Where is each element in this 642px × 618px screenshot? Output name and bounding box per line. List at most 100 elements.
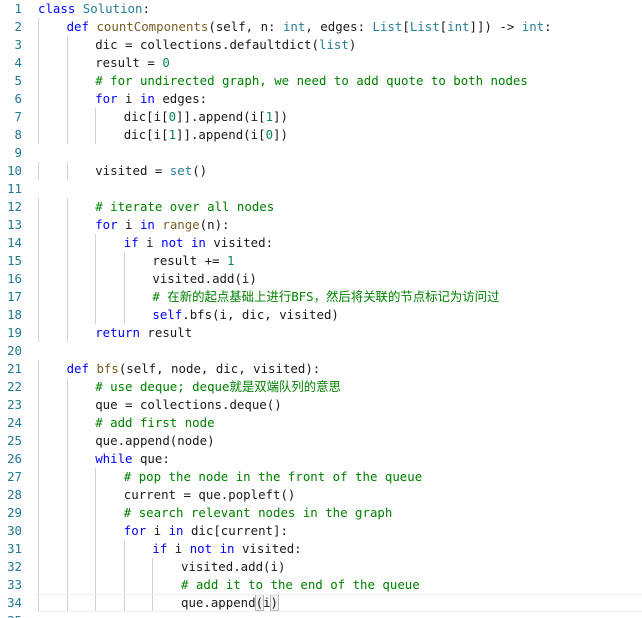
- code-token: (self, node, dic, visited):: [118, 361, 321, 376]
- code-line[interactable]: 3 dic = collections.defaultdict(list): [0, 36, 642, 54]
- code-line[interactable]: 5 # for undirected graph, we need to add …: [0, 72, 642, 90]
- code-text: for i in dic[current]:: [124, 522, 288, 540]
- code-line[interactable]: 17 # 在新的起点基础上进行BFS，然后将关联的节点标记为访问过: [0, 288, 642, 306]
- code-token: def: [66, 361, 89, 376]
- code-text: que = collections.deque(): [95, 396, 282, 414]
- code-line[interactable]: 16 visited.add(i): [0, 270, 642, 288]
- code-line[interactable]: 18 self.bfs(i, dic, visited): [0, 306, 642, 324]
- indent-guide: [95, 288, 97, 306]
- code-line[interactable]: 20: [0, 342, 642, 360]
- code-token: visited.add(i): [152, 271, 257, 286]
- code-line[interactable]: 30 for i in dic[current]:: [0, 522, 642, 540]
- code-line[interactable]: 26 while que:: [0, 450, 642, 468]
- indent-guide: [38, 414, 39, 432]
- code-token: que.append: [181, 595, 256, 610]
- line-number: 11: [7, 181, 22, 196]
- code-line[interactable]: 35: [0, 612, 642, 618]
- line-number: 26: [7, 451, 22, 466]
- line-number: 6: [14, 91, 22, 106]
- code-token: 1: [265, 109, 274, 124]
- code-text: result = 0: [95, 54, 170, 72]
- indent-guide: [123, 576, 125, 594]
- line-number: 4: [14, 55, 22, 70]
- line-number: 7: [14, 109, 22, 124]
- indent-guide: [66, 432, 68, 450]
- code-line[interactable]: 12 # iterate over all nodes: [0, 198, 642, 216]
- code-token: 0: [168, 109, 177, 124]
- code-line[interactable]: 24 # add first node: [0, 414, 642, 432]
- code-line[interactable]: 1 class Solution:: [0, 0, 642, 18]
- code-line[interactable]: 15 result += 1: [0, 252, 642, 270]
- code-token: visited.add(i): [181, 559, 286, 574]
- code-token: edges:: [154, 91, 208, 106]
- code-line[interactable]: 13 for i in range(n):: [0, 216, 642, 234]
- code-line[interactable]: 4 result = 0: [0, 54, 642, 72]
- code-token: int: [521, 19, 545, 34]
- code-line[interactable]: 34 que.append(i): [0, 594, 642, 612]
- code-line[interactable]: 21 def bfs(self, node, dic, visited):: [0, 360, 642, 378]
- indent-guide: [66, 90, 68, 108]
- line-number: 8: [14, 127, 22, 142]
- code-line[interactable]: 8 dic[i[1]].append(i[0]): [0, 126, 642, 144]
- code-text: self.bfs(i, dic, visited): [152, 306, 339, 324]
- code-text: result += 1: [152, 252, 234, 270]
- line-number: 3: [14, 37, 22, 52]
- code-token: que.append(node): [95, 433, 215, 448]
- line-number: 17: [7, 289, 22, 304]
- code-line[interactable]: 22 # use deque; deque就是双端队列的意思: [0, 378, 642, 396]
- indent-guide: [123, 594, 125, 612]
- code-text: # for undirected graph, we need to add q…: [95, 72, 528, 90]
- code-token: Solution: [82, 1, 143, 16]
- indent-guide: [38, 396, 39, 414]
- indent-guide: [38, 198, 39, 216]
- indent-guide: [95, 270, 97, 288]
- code-line[interactable]: 7 dic[i[0]].append(i[1]): [0, 108, 642, 126]
- code-line[interactable]: 6 for i in edges:: [0, 90, 642, 108]
- code-line[interactable]: 9: [0, 144, 642, 162]
- code-token: 0: [162, 55, 170, 70]
- indent-guide: [66, 540, 68, 558]
- indent-guide: [66, 198, 68, 216]
- code-token: # search relevant nodes in the graph: [123, 505, 393, 520]
- code-token: [: [402, 19, 410, 34]
- code-line[interactable]: 32 visited.add(i): [0, 558, 642, 576]
- indent-guide: [38, 126, 39, 144]
- line-number: 35: [0, 612, 22, 618]
- code-line[interactable]: 31 if i not in visited:: [0, 540, 642, 558]
- indent-guide: [95, 594, 97, 612]
- indent-guide: [66, 54, 68, 72]
- code-token: # iterate over all nodes: [95, 199, 275, 214]
- code-token: for: [95, 91, 118, 106]
- indent-guide: [66, 270, 68, 288]
- code-token: in: [168, 523, 184, 538]
- code-token: result: [139, 325, 193, 340]
- indent-guide: [66, 162, 68, 180]
- indent-guide: [66, 522, 68, 540]
- indent-guide: [66, 216, 68, 234]
- code-line[interactable]: 29 # search relevant nodes in the graph: [0, 504, 642, 522]
- indent-guide: [66, 72, 68, 90]
- code-line[interactable]: 19 return result: [0, 324, 642, 342]
- code-line[interactable]: 10 visited = set(): [0, 162, 642, 180]
- indent-guide: [38, 576, 39, 594]
- code-token: dic[i[: [123, 109, 169, 124]
- indent-guide: [95, 252, 97, 270]
- code-line[interactable]: 27 # pop the node in the front of the que…: [0, 468, 642, 486]
- code-token: ]): [273, 127, 288, 142]
- code-line[interactable]: 33 # add it to the end of the queue: [0, 576, 642, 594]
- indent-guide: [38, 522, 39, 540]
- code-line[interactable]: 28 current = que.popleft(): [0, 486, 642, 504]
- code-line[interactable]: 11: [0, 180, 642, 198]
- line-number: 10: [7, 163, 22, 178]
- indent-guide: [66, 396, 68, 414]
- code-line[interactable]: 25 que.append(node): [0, 432, 642, 450]
- code-line[interactable]: 14 if i not in visited:: [0, 234, 642, 252]
- code-line[interactable]: 23 que = collections.deque(): [0, 396, 642, 414]
- code-token: i: [146, 523, 169, 538]
- code-editor[interactable]: 1 class Solution: 2 def countComponents(sel…: [0, 0, 642, 618]
- line-number: 32: [7, 559, 22, 574]
- indent-guide: [38, 540, 39, 558]
- indent-guide: [38, 432, 39, 450]
- code-line[interactable]: 2 def countComponents(self, n: int, edges…: [0, 18, 642, 36]
- code-token: # for undirected graph, we need to add q…: [95, 73, 528, 88]
